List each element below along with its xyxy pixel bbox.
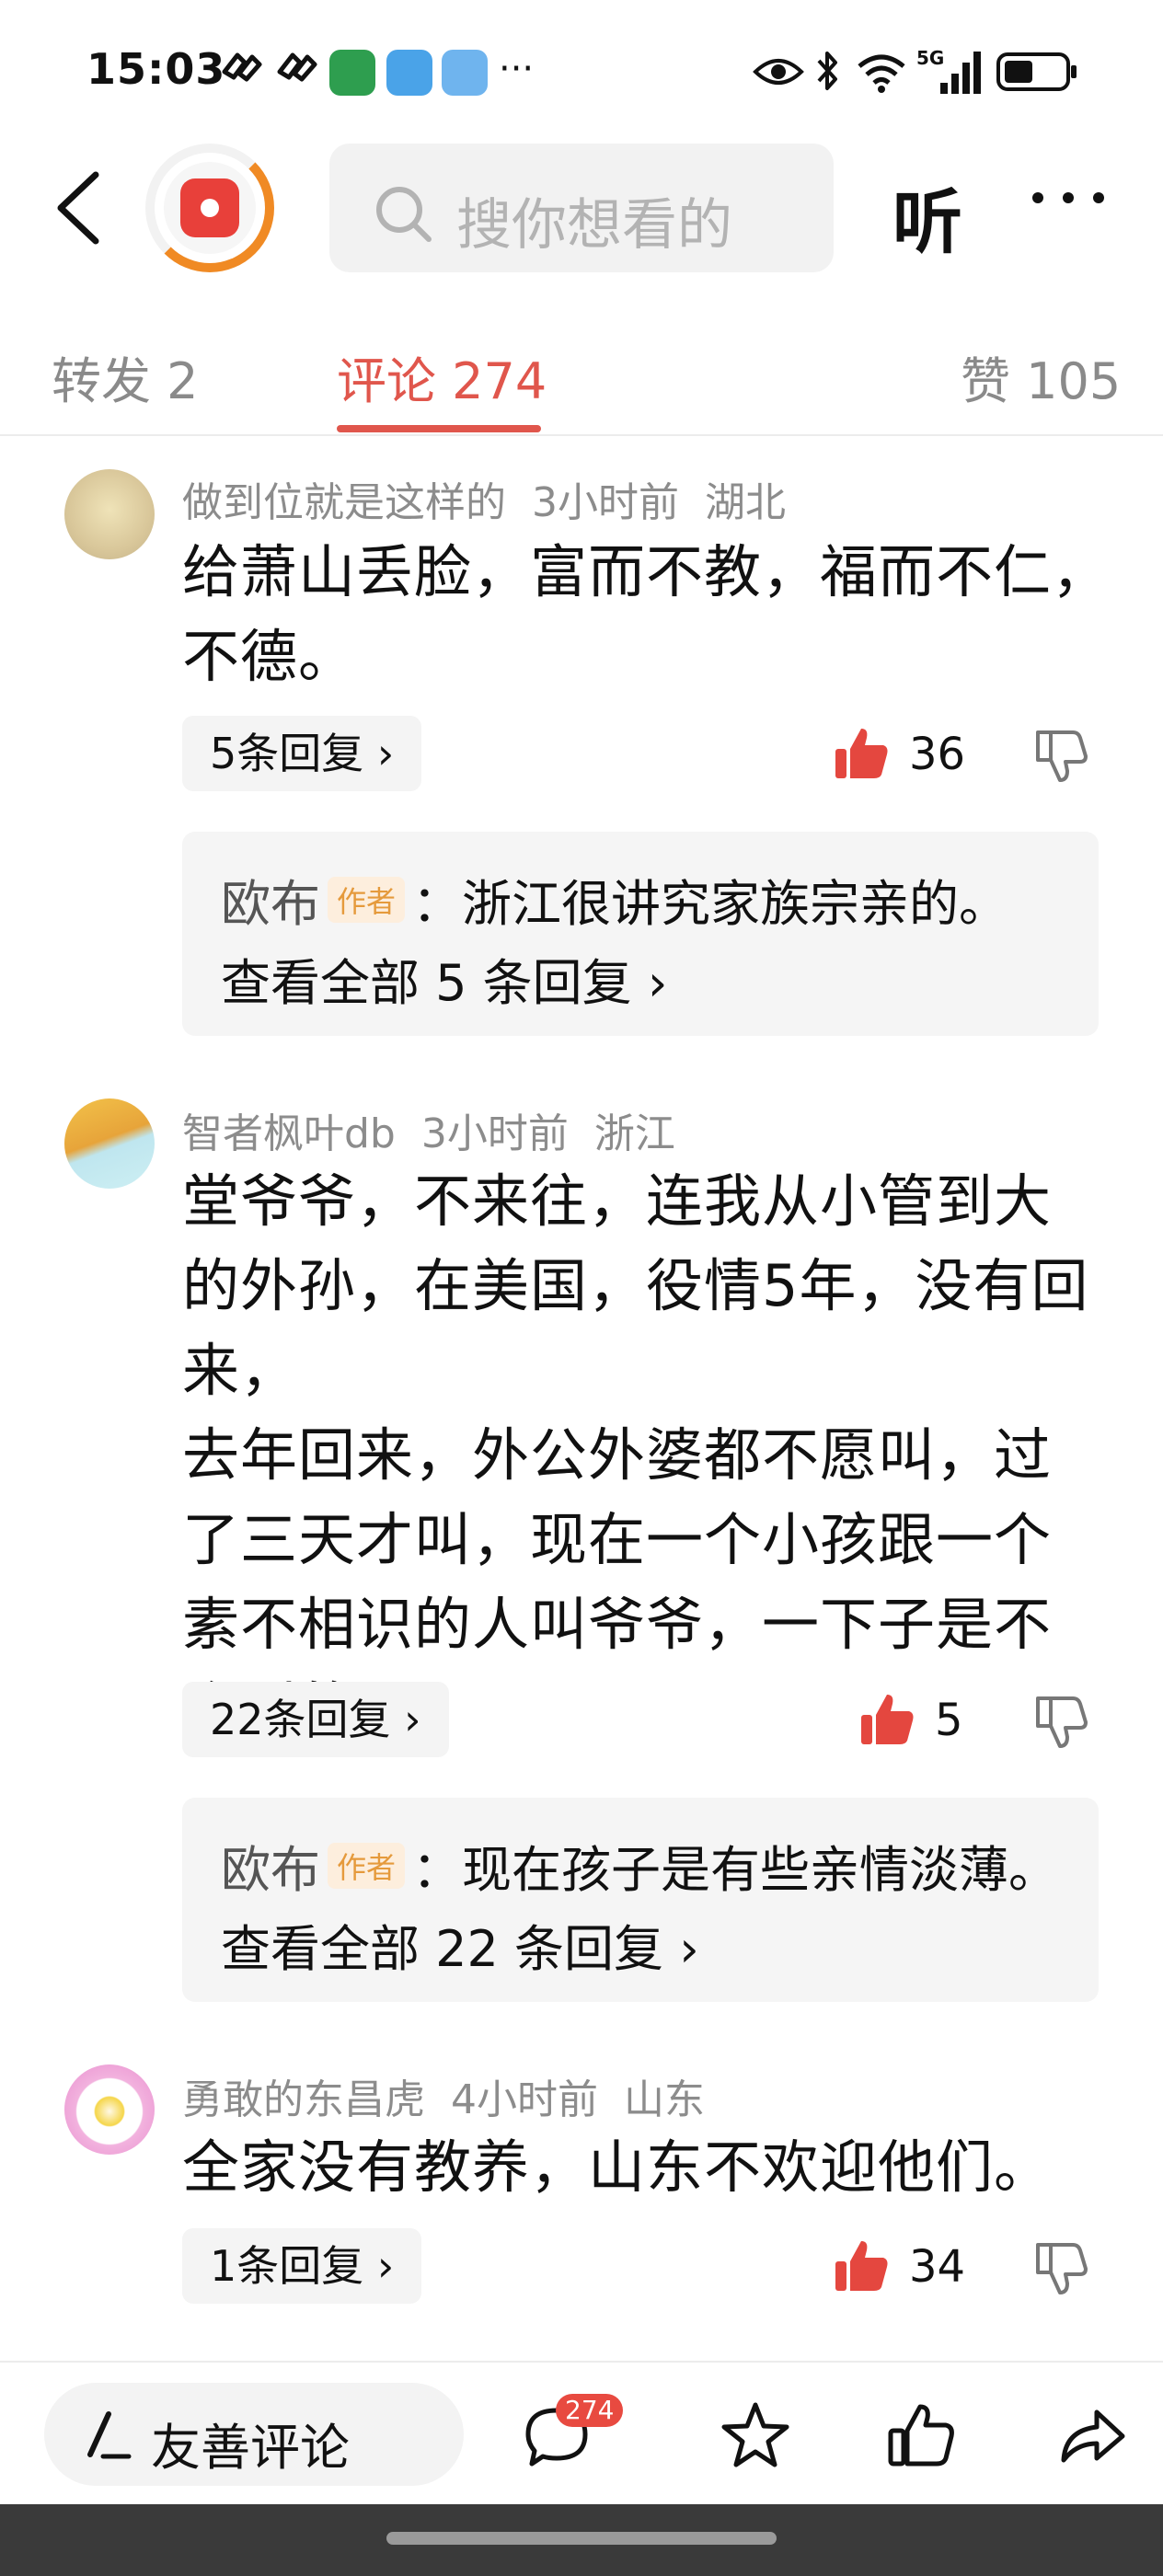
tab-bar: 转发 2 评论 274 赞 105 xyxy=(0,324,1163,434)
comment-text: 全家没有教养，山东不欢迎他们。 xyxy=(182,2125,1111,2210)
like-count: 36 xyxy=(909,729,966,780)
comment-compose-button[interactable]: 友善评论 xyxy=(44,2383,464,2486)
username[interactable]: 勇敢的东昌虎 xyxy=(182,2076,425,2123)
location: 山东 xyxy=(624,2076,705,2123)
comment-line: 堂爷爷，不来往，连我从小管到大 xyxy=(182,1167,1053,1235)
pen-icon xyxy=(87,2411,132,2459)
listen-button[interactable]: 听 xyxy=(892,166,962,267)
tab-comments[interactable]: 评论 274 xyxy=(337,340,547,413)
replies-button[interactable]: 22条回复 › xyxy=(182,1682,449,1757)
replies-button[interactable]: 5条回复 › xyxy=(182,716,422,791)
search-bar[interactable]: 搜你想看的 xyxy=(329,144,834,272)
comment-line: 全家没有教养，山东不欢迎他们。 xyxy=(182,2133,1053,2201)
bluetooth-icon xyxy=(817,52,837,90)
timestamp: 4小时前 xyxy=(451,2076,598,2123)
comment-meta: 智者枫叶db 3小时前 浙江 xyxy=(182,1100,701,1159)
like-button[interactable]: 5 xyxy=(859,1691,1007,1755)
search-placeholder: 搜你想看的 xyxy=(456,193,732,258)
comment-line: 不德。 xyxy=(182,623,357,690)
top-nav: 搜你想看的 听 xyxy=(0,138,1163,276)
thumb-up-icon xyxy=(835,729,888,778)
username[interactable]: 做到位就是这样的 xyxy=(182,479,506,526)
author-reply-box[interactable]: 欧布 作者 ：现在孩子是有些亲情淡薄。 查看全部 22 条回复 › xyxy=(182,1798,1099,2002)
see-all-replies-link[interactable]: 查看全部 22 条回复 › xyxy=(221,1908,699,1981)
thumb-down-icon[interactable] xyxy=(1032,1693,1089,1750)
thumb-down-icon[interactable] xyxy=(1032,727,1089,784)
notification-icon xyxy=(222,52,262,82)
username[interactable]: 智者枫叶db xyxy=(182,1110,396,1157)
comment-line: 了三天才叫，现在一个小孩跟一个 xyxy=(182,1506,1053,1573)
thumb-down-icon[interactable] xyxy=(1032,2239,1089,2296)
home-indicator[interactable] xyxy=(386,2532,777,2545)
replies-button[interactable]: 1条回复 › xyxy=(182,2228,422,2304)
logo-dot xyxy=(201,199,219,217)
star-icon[interactable] xyxy=(720,2399,791,2471)
comment-text: 给萧山丢脸，富而不教，福而不仁， 不德。 xyxy=(182,530,1111,699)
like-count: 34 xyxy=(909,2241,966,2293)
comment-count-badge: 274 xyxy=(556,2394,624,2427)
like-button[interactable]: 34 xyxy=(834,2237,1008,2302)
share-icon[interactable] xyxy=(1056,2399,1128,2471)
thumb-up-icon xyxy=(835,2241,888,2291)
thumb-up-icon xyxy=(861,1695,914,1744)
search-icon xyxy=(376,187,432,242)
active-tab-indicator xyxy=(337,425,541,432)
back-chevron-icon[interactable] xyxy=(52,169,107,247)
timestamp: 3小时前 xyxy=(420,1110,569,1157)
weather-icon xyxy=(442,50,488,96)
battery-icon xyxy=(996,52,1077,91)
author-name[interactable]: 欧布 xyxy=(221,1841,320,1899)
avatar[interactable] xyxy=(64,469,155,559)
author-reply: 欧布 作者 ：浙江很讲究家族宗亲的。 xyxy=(221,863,1008,936)
like-count: 5 xyxy=(935,1695,963,1746)
author-reply: 欧布 作者 ：现在孩子是有些亲情淡薄。 xyxy=(221,1829,1058,1902)
network-label: 5G xyxy=(916,47,944,69)
divider xyxy=(0,434,1163,436)
comment-text: 堂爷爷，不来往，连我从小管到大 的外孙，在美国，役情5年，没有回来， 去年回来，… xyxy=(182,1159,1111,1752)
author-badge: 作者 xyxy=(328,1843,406,1889)
author-name[interactable]: 欧布 xyxy=(221,875,320,933)
status-more: ··· xyxy=(499,48,535,90)
avatar[interactable] xyxy=(64,2064,155,2155)
status-time: 15:03 xyxy=(86,44,226,94)
comment-line: 去年回来，外公外婆都不愿叫，过 xyxy=(182,1421,1053,1489)
comment-meta: 做到位就是这样的 3小时前 湖北 xyxy=(182,469,812,528)
comment-line: 的外孙，在美国，役情5年，没有回来， xyxy=(182,1252,1089,1404)
like-button[interactable]: 36 xyxy=(834,725,1008,789)
thumb-up-icon[interactable] xyxy=(885,2399,957,2471)
comment-meta: 勇敢的东昌虎 4小时前 山东 xyxy=(182,2066,731,2125)
author-reply-text: ：浙江很讲究家族宗亲的。 xyxy=(412,875,1009,933)
tab-repost[interactable]: 转发 2 xyxy=(52,340,199,413)
bottom-action-bar: 友善评论 274 xyxy=(0,2361,1163,2504)
eye-icon xyxy=(753,59,804,85)
avatar[interactable] xyxy=(64,1098,155,1189)
timestamp: 3小时前 xyxy=(532,479,679,526)
notification-icon xyxy=(277,52,317,82)
author-reply-text: ：现在孩子是有些亲情淡薄。 xyxy=(412,1841,1059,1899)
status-bar: 15:03 ··· 5G xyxy=(0,0,1163,138)
comment-line: 素不相识的人叫爷爷，一下子是不 xyxy=(182,1591,1053,1658)
see-all-replies-link[interactable]: 查看全部 5 条回复 › xyxy=(221,942,667,1015)
tab-likes[interactable]: 赞 105 xyxy=(961,340,1121,413)
author-reply-box[interactable]: 欧布 作者 ：浙江很讲究家族宗亲的。 查看全部 5 条回复 › xyxy=(182,832,1099,1036)
comment-line: 给萧山丢脸，富而不教，福而不仁， xyxy=(182,538,1111,605)
reader-icon xyxy=(386,50,432,96)
location: 浙江 xyxy=(593,1110,675,1157)
author-badge: 作者 xyxy=(328,877,406,923)
app-store-icon xyxy=(329,50,375,96)
compose-label: 友善评论 xyxy=(151,2419,350,2477)
system-nav-bar xyxy=(0,2504,1163,2576)
signal-icon: 5G xyxy=(916,47,981,94)
wifi-icon xyxy=(858,54,905,93)
more-dots-icon[interactable] xyxy=(1029,184,1108,212)
location: 湖北 xyxy=(705,479,786,526)
